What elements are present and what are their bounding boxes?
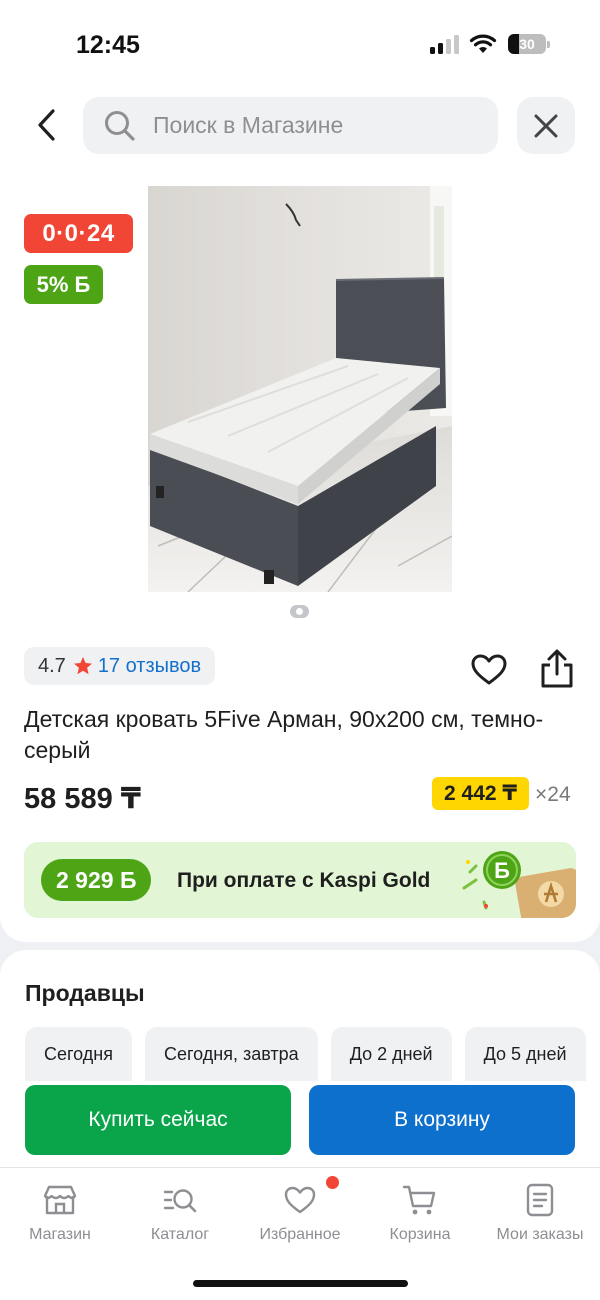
- cart-icon: [402, 1185, 436, 1215]
- search-bar[interactable]: [83, 97, 498, 154]
- rating-value: 4.7: [38, 654, 66, 677]
- product-image[interactable]: [148, 186, 452, 592]
- search-input[interactable]: [153, 112, 473, 139]
- tab-favorites[interactable]: Избранное: [240, 1182, 360, 1244]
- wifi-icon: [469, 34, 497, 53]
- product-price: 58 589 ₸: [24, 783, 141, 815]
- battery-icon: 30: [508, 34, 550, 54]
- share-icon: [541, 649, 573, 688]
- favorite-button[interactable]: [469, 650, 509, 690]
- tab-catalog[interactable]: Каталог: [120, 1182, 240, 1244]
- star-icon: [73, 657, 92, 675]
- kaspi-gold-banner[interactable]: 2 929 Б При оплате с Kaspi Gold Б: [24, 842, 576, 918]
- svg-text:Б: Б: [494, 858, 510, 883]
- add-to-cart-button[interactable]: В корзину: [309, 1085, 575, 1155]
- tab-shop[interactable]: Магазин: [0, 1182, 120, 1244]
- rating-pill[interactable]: 4.7 17 отзывов: [24, 647, 216, 685]
- cellular-signal-icon: [430, 34, 462, 54]
- share-button[interactable]: [537, 648, 577, 690]
- installment-months: ×24: [535, 783, 571, 806]
- kaspi-gold-card-icon: Б: [462, 851, 576, 918]
- tab-orders[interactable]: Мои заказы: [480, 1182, 600, 1244]
- filter-chip-5-days[interactable]: До 5 дней: [464, 1027, 586, 1081]
- bonus-badge: 5% Б: [24, 265, 103, 304]
- gold-bonus-badge: 2 929 Б: [41, 859, 152, 901]
- delivery-filter-chips: Сегодня Сегодня, завтра До 2 дней До 5 д…: [25, 1027, 586, 1081]
- product-title: Детская кровать 5Five Арман, 90x200 см, …: [24, 706, 544, 763]
- monthly-payment-badge[interactable]: 2 442 ₸: [432, 777, 529, 810]
- orders-icon: [526, 1183, 554, 1217]
- tab-favorites-label: Избранное: [259, 1226, 341, 1243]
- buy-now-button[interactable]: Купить сейчас: [25, 1085, 291, 1155]
- tab-orders-label: Мои заказы: [496, 1226, 584, 1243]
- filter-chip-2-days[interactable]: До 2 дней: [330, 1027, 452, 1081]
- close-button[interactable]: [517, 97, 575, 154]
- tab-cart[interactable]: Корзина: [360, 1182, 480, 1244]
- heart-icon: [284, 1186, 316, 1214]
- back-button[interactable]: [24, 100, 68, 150]
- installment-badge: 0·0·24: [24, 214, 133, 253]
- heart-icon: [471, 654, 507, 685]
- home-indicator[interactable]: [193, 1280, 408, 1287]
- gold-banner-text: При оплате с Kaspi Gold: [177, 869, 431, 892]
- close-icon: [534, 114, 558, 137]
- tab-cart-label: Корзина: [389, 1226, 451, 1243]
- battery-level: 30: [519, 36, 535, 52]
- sellers-title: Продавцы: [25, 980, 145, 1006]
- catalog-icon: [163, 1189, 197, 1213]
- tab-catalog-label: Каталог: [150, 1226, 210, 1243]
- filter-chip-today[interactable]: Сегодня: [25, 1027, 132, 1081]
- shop-icon: [43, 1185, 77, 1215]
- chevron-left-icon: [38, 109, 55, 141]
- filter-chip-today-tomorrow[interactable]: Сегодня, завтра: [145, 1027, 318, 1081]
- tab-shop-label: Магазин: [29, 1226, 91, 1243]
- favorites-notification-dot: [326, 1176, 339, 1189]
- search-icon: [105, 110, 135, 141]
- image-pager-dot[interactable]: [290, 605, 309, 618]
- status-time: 12:45: [76, 31, 140, 59]
- reviews-link[interactable]: 17 отзывов: [98, 655, 201, 678]
